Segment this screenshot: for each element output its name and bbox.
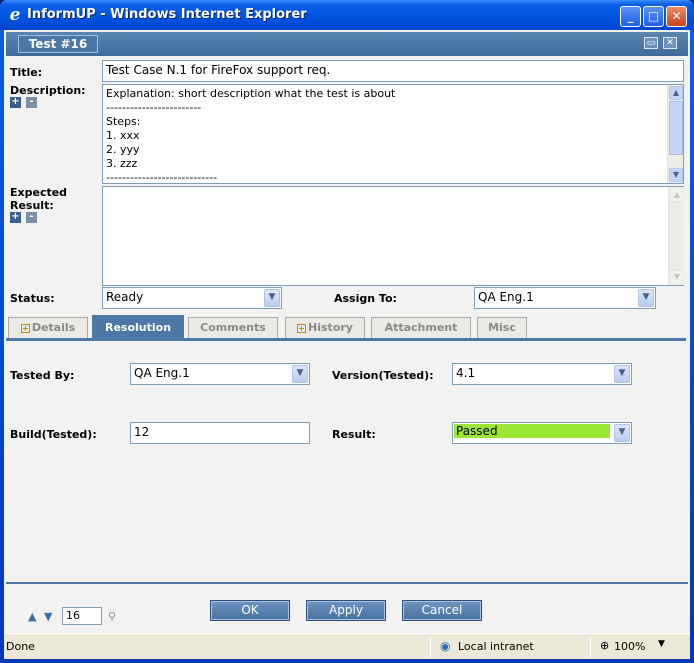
maximize-button[interactable]: □ [643, 6, 664, 27]
tab-resolution-label: Resolution [104, 321, 172, 334]
minimize-button[interactable]: _ [620, 6, 641, 27]
version-tested-label: Version(Tested): [332, 369, 434, 382]
expand-plus-icon: + [297, 324, 307, 333]
result-select[interactable]: Passed ▼ [452, 422, 632, 444]
window-titlebar[interactable]: e InformUP - Windows Internet Explorer _… [0, 0, 694, 30]
tab-resolution[interactable]: Resolution [92, 315, 184, 339]
expected-scrollbar[interactable]: ▲ ▼ [668, 187, 684, 285]
expand-plus-icon[interactable]: + [10, 97, 21, 108]
version-tested-select[interactable]: 4.1 ▼ [452, 363, 632, 385]
globe-icon: ◉ [440, 639, 451, 653]
chevron-down-icon[interactable]: ▼ [614, 424, 630, 442]
collapse-minus-icon[interactable]: - [26, 212, 37, 223]
tested-by-value: QA Eng.1 [134, 366, 190, 380]
window-title: InformUP - Windows Internet Explorer [27, 7, 307, 22]
description-line: ---------------------------- [106, 171, 218, 184]
tested-by-label: Tested By: [10, 369, 75, 382]
chevron-down-icon[interactable]: ▼ [614, 365, 630, 383]
tab-history[interactable]: + History [285, 317, 365, 338]
build-tested-field[interactable]: 12 [130, 422, 310, 444]
apply-button[interactable]: Apply [306, 600, 386, 621]
panel-divider [6, 582, 688, 584]
tab-comments[interactable]: Comments [188, 317, 278, 338]
tab-attachment[interactable]: Attachment [371, 317, 471, 338]
expected-result-label: Expected [10, 186, 68, 199]
record-number-field[interactable]: 16 [62, 607, 102, 625]
expand-plus-icon[interactable]: + [10, 212, 21, 223]
restore-dialog-icon[interactable]: ▭ [644, 37, 658, 49]
status-label: Status: [10, 292, 55, 305]
browser-window: e InformUP - Windows Internet Explorer _… [0, 0, 694, 663]
status-text: Done [6, 640, 35, 653]
collapse-minus-icon[interactable]: - [26, 97, 37, 108]
tab-divider [6, 338, 686, 341]
arrow-up-icon[interactable]: ▲ [28, 610, 36, 623]
assign-to-select[interactable]: QA Eng.1 ▼ [474, 287, 656, 309]
version-tested-value: 4.1 [456, 366, 476, 380]
description-line: 1. xxx [106, 129, 140, 142]
tab-details[interactable]: + Details [8, 317, 88, 338]
tab-misc-label: Misc [488, 321, 516, 334]
dialog-header: Test #16 ▭ ✕ [6, 32, 688, 56]
arrow-down-icon[interactable]: ▼ [44, 610, 52, 623]
scroll-thumb[interactable] [669, 101, 683, 155]
expand-plus-icon: + [20, 324, 30, 333]
status-select[interactable]: Ready ▼ [102, 287, 282, 309]
chevron-down-icon[interactable]: ▼ [658, 639, 665, 649]
result-label: Result: [332, 428, 376, 441]
maximize-icon: □ [647, 9, 660, 23]
close-dialog-icon[interactable]: ✕ [663, 37, 677, 49]
scroll-up-icon[interactable]: ▲ [670, 188, 684, 202]
status-separator [430, 637, 431, 657]
result-value: Passed [454, 424, 610, 438]
tab-misc[interactable]: Misc [477, 317, 527, 338]
description-line: 2. yyy [106, 143, 140, 156]
tab-history-label: History [308, 321, 353, 334]
dialog-client-area: Test #16 ▭ ✕ Title: Test Case N.1 for Fi… [4, 30, 690, 633]
title-label: Title: [10, 66, 43, 79]
zoom-icon[interactable]: ⊕ [600, 639, 609, 652]
security-zone-text: Local intranet [458, 640, 534, 653]
zoom-level[interactable]: 100% [614, 640, 645, 653]
close-icon: ✕ [671, 9, 682, 23]
expected-result-field[interactable] [102, 186, 684, 286]
window-bottom-border [0, 659, 694, 663]
description-line: ------------------------ [106, 101, 202, 114]
description-line: Explanation: short description what the … [106, 87, 396, 100]
description-line: 3. zzz [106, 157, 138, 170]
assign-to-label: Assign To: [334, 292, 397, 305]
tab-attachment-label: Attachment [384, 321, 458, 334]
tested-by-select[interactable]: QA Eng.1 ▼ [130, 363, 310, 385]
tab-comments-label: Comments [200, 321, 266, 334]
scroll-down-icon[interactable]: ▼ [670, 270, 684, 284]
tab-details-label: Details [31, 321, 76, 334]
build-tested-label: Build(Tested): [10, 428, 97, 441]
close-button[interactable]: ✕ [666, 6, 687, 27]
status-bar: Done ◉ Local intranet ⊕ 100% ▼ [4, 633, 690, 659]
status-value: Ready [106, 290, 144, 304]
dialog-title: Test #16 [18, 35, 98, 53]
go-to-record-icon[interactable]: ⚲ [108, 610, 116, 623]
status-separator [590, 637, 591, 657]
cancel-button[interactable]: Cancel [402, 600, 482, 621]
title-field[interactable]: Test Case N.1 for FireFox support req. [102, 60, 684, 82]
ok-button[interactable]: OK [210, 600, 290, 621]
description-line: Steps: [106, 115, 141, 128]
chevron-down-icon[interactable]: ▼ [638, 289, 654, 307]
chevron-down-icon[interactable]: ▼ [264, 289, 280, 307]
description-scrollbar[interactable]: ▲ ▼ [667, 85, 683, 183]
minimize-icon: _ [627, 9, 634, 23]
assign-to-value: QA Eng.1 [478, 290, 534, 304]
chevron-down-icon[interactable]: ▼ [292, 365, 308, 383]
description-label: Description: [10, 84, 86, 97]
ie-icon: e [9, 5, 21, 25]
scroll-down-icon[interactable]: ▼ [669, 168, 683, 182]
description-field[interactable]: Explanation: short description what the … [102, 84, 684, 184]
scroll-up-icon[interactable]: ▲ [669, 86, 683, 100]
